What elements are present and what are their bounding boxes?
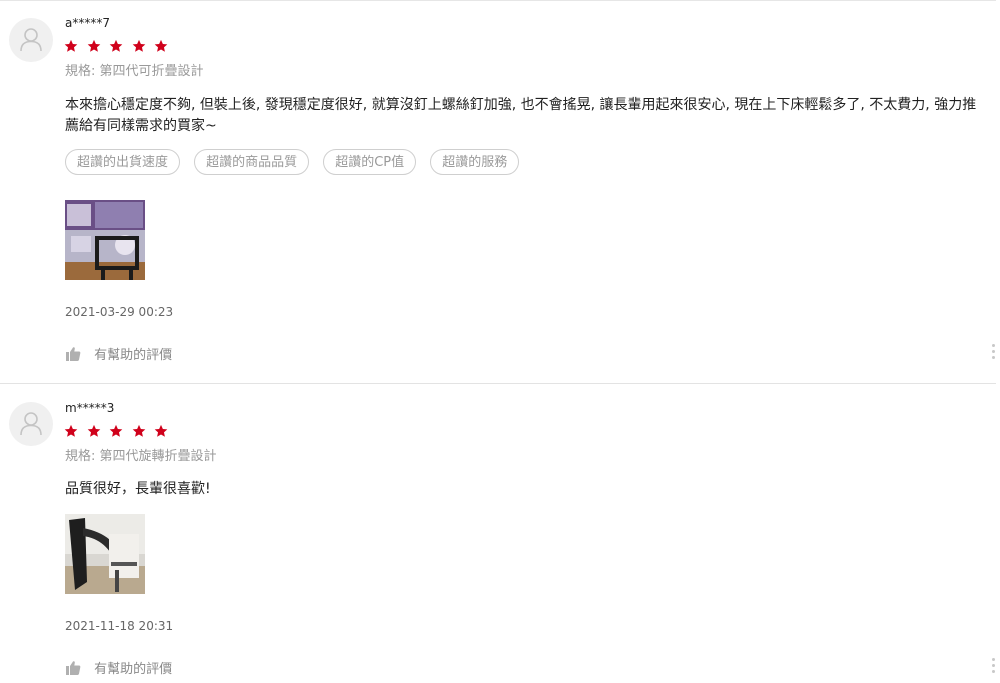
helpful-button[interactable]: 有幫助的評價 <box>65 657 172 677</box>
star-rating <box>64 38 172 56</box>
review-item: a*****7 規格: 第四代可折疊設計 本來擔心穩定度不夠, 但裝上後, 發現… <box>0 0 1000 383</box>
helpful-label: 有幫助的評價 <box>94 348 173 363</box>
more-options-icon[interactable] <box>989 344 997 362</box>
avatar[interactable] <box>9 18 53 62</box>
star-rating <box>64 423 172 441</box>
helpful-button[interactable]: 有幫助的評價 <box>65 343 172 363</box>
review-comment: 本來擔心穩定度不夠, 但裝上後, 發現穩定度很好, 就算沒釘上螺絲釘加強, 也不… <box>65 97 977 134</box>
reviewer-username: a*****7 <box>65 16 110 30</box>
reviewer-username: m*****3 <box>65 401 115 415</box>
star-icon <box>154 424 168 438</box>
star-icon <box>64 39 78 53</box>
review-date: 2021-03-29 00:23 <box>65 305 174 319</box>
avatar[interactable] <box>9 402 53 446</box>
review-date: 2021-11-18 20:31 <box>65 619 174 633</box>
star-icon <box>109 424 123 438</box>
user-icon <box>20 412 42 436</box>
star-icon <box>132 424 146 438</box>
more-options-icon[interactable] <box>989 658 997 676</box>
product-variant: 規格: 第四代可折疊設計 <box>65 64 204 79</box>
star-icon <box>87 39 101 53</box>
star-icon <box>87 424 101 438</box>
review-tag: 超讚的商品品質 <box>194 149 310 175</box>
review-tag: 超讚的CP值 <box>323 149 417 175</box>
review-tag: 超讚的出貨速度 <box>65 149 181 175</box>
thumbs-up-icon <box>65 660 81 676</box>
review-photo[interactable] <box>65 200 145 280</box>
review-photo[interactable] <box>65 514 145 594</box>
helpful-label: 有幫助的評價 <box>94 662 173 677</box>
thumbs-up-icon <box>65 346 81 362</box>
star-icon <box>109 39 123 53</box>
review-comment: 品質很好，長輩很喜歡! <box>65 481 211 497</box>
star-icon <box>154 39 168 53</box>
review-tag: 超讚的服務 <box>430 149 520 175</box>
review-tags: 超讚的出貨速度 超讚的商品品質 超讚的CP值 超讚的服務 <box>65 149 528 175</box>
user-icon <box>20 28 42 52</box>
star-icon <box>132 39 146 53</box>
star-icon <box>64 424 78 438</box>
review-item: m*****3 規格: 第四代旋轉折疊設計 品質很好，長輩很喜歡! 2021-1… <box>0 384 1000 683</box>
product-variant: 規格: 第四代旋轉折疊設計 <box>65 449 217 464</box>
